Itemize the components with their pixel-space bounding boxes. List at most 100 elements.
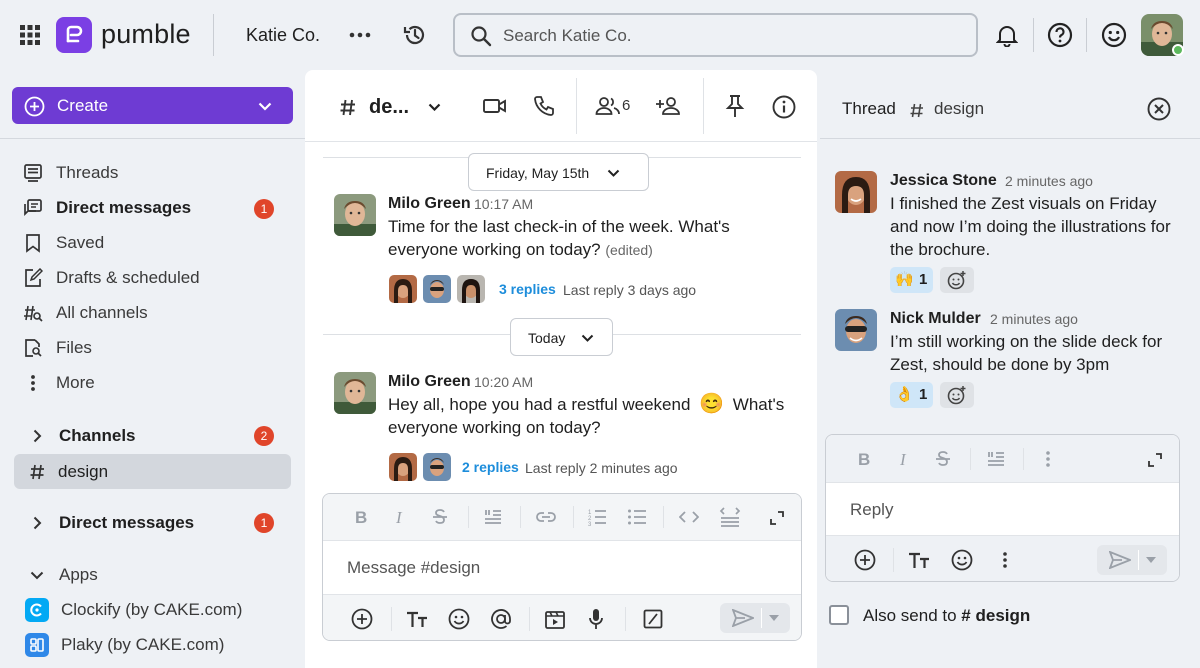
sidebar-item-label: All channels [56,303,148,322]
expand-icon[interactable] [768,509,786,527]
emoji-icon[interactable] [950,548,974,572]
sidebar-item-more[interactable]: More [0,366,305,398]
italic-icon[interactable]: I [396,508,402,528]
bold-icon[interactable]: B [858,450,870,470]
sidebar-item-direct-messages[interactable]: Direct messages 1 [0,191,305,223]
message-text: I finished the Zest visuals on Friday an… [890,194,1171,259]
reply-input[interactable]: Reply [850,500,893,520]
divider [625,607,626,631]
help-icon[interactable] [1047,22,1073,48]
add-member-icon[interactable] [655,94,683,118]
more-vertical-icon[interactable] [1000,548,1010,572]
bold-icon[interactable]: B [355,508,367,528]
sidebar-section-direct-messages[interactable]: Direct messages 1 [0,506,305,538]
video-clip-icon[interactable] [543,607,567,631]
message-author[interactable]: Milo Green [388,373,471,391]
strikethrough-icon[interactable] [430,507,450,527]
microphone-icon[interactable] [586,607,606,631]
divider [1138,550,1139,570]
send-options-chevron-icon[interactable] [767,613,781,623]
thread-replies-link[interactable]: 3 replies [499,281,556,297]
info-icon[interactable] [771,94,797,120]
phone-call-icon[interactable] [532,94,556,118]
link-icon[interactable] [534,507,558,527]
avatar[interactable] [334,372,376,414]
sidebar-item-files[interactable]: Files [0,331,305,363]
sidebar-item-clockify[interactable]: Clockify (by CAKE.com) [0,593,305,625]
sidebar-item-saved[interactable]: Saved [0,226,305,258]
italic-icon[interactable]: I [900,450,906,470]
send-options-chevron-icon[interactable] [1144,555,1158,565]
avatar[interactable] [835,309,877,351]
text-format-icon[interactable] [907,548,933,572]
channel-header: de... 6 [305,70,817,142]
add-reaction-icon [947,386,966,405]
strikethrough-icon[interactable] [933,449,953,469]
also-send-checkbox[interactable] [829,605,849,625]
add-attachment-icon[interactable] [853,548,877,572]
thread-channel-name[interactable]: design [934,99,984,119]
date-divider-button[interactable]: Friday, May 15th [468,153,649,191]
members-button[interactable]: 6 [595,94,635,118]
avatar[interactable] [835,171,877,213]
workspace-name[interactable]: Katie Co. [246,25,320,46]
create-button[interactable]: Create [12,87,293,124]
quote-block-icon[interactable] [482,507,504,527]
close-icon[interactable] [1146,96,1172,122]
sidebar-item-all-channels[interactable]: All channels [0,296,305,328]
expand-icon[interactable] [1146,451,1164,469]
numbered-list-icon[interactable]: 123 [586,507,608,527]
avatar[interactable] [334,194,376,236]
history-icon[interactable] [401,21,429,49]
text-format-icon[interactable] [405,607,431,631]
channel-name: design [58,462,109,481]
message-author[interactable]: Milo Green [388,195,471,213]
pumble-logo-icon [56,17,92,53]
sidebar-item-threads[interactable]: Threads [0,156,305,188]
message-author[interactable]: Jessica Stone [890,172,997,190]
sidebar: Create Threads Direct messages 1 Saved D… [0,70,305,668]
sidebar-item-label: More [56,373,95,392]
pin-icon[interactable] [723,93,747,119]
sidebar-item-plaky[interactable]: Plaky (by CAKE.com) [0,628,305,660]
send-icon[interactable] [731,608,755,628]
message-input[interactable]: Message #design [347,558,480,578]
channel-title[interactable]: de... [369,96,409,119]
add-attachment-icon[interactable] [350,607,374,631]
search-input[interactable]: Search Katie Co. [453,13,978,57]
add-reaction-button[interactable] [940,267,974,293]
more-vertical-icon[interactable] [1043,449,1053,469]
also-send-channel: # design [961,606,1031,625]
divider [529,607,530,631]
bell-icon[interactable] [994,21,1020,49]
message-author[interactable]: Nick Mulder [890,310,981,328]
bullet-list-icon[interactable] [626,507,648,527]
apps-grid-icon[interactable] [18,23,42,47]
chevron-down-icon[interactable] [426,101,442,113]
emoji-status-icon[interactable] [1101,22,1127,48]
code-block-icon[interactable] [718,505,742,529]
thread-replies-link[interactable]: 2 replies [462,459,519,475]
avatar [389,453,417,481]
also-send-label: Also send to # design [863,606,1030,626]
code-icon[interactable] [678,507,700,527]
sidebar-section-apps[interactable]: Apps [0,558,305,590]
emoji-icon[interactable] [447,607,471,631]
more-horizontal-icon[interactable] [348,25,372,45]
reaction-pill[interactable]: 👌 1 [890,382,933,408]
mention-icon[interactable] [489,607,513,631]
divider [663,506,664,528]
send-icon[interactable] [1108,550,1132,570]
video-call-icon[interactable] [482,95,508,117]
sidebar-item-drafts[interactable]: Drafts & scheduled [0,261,305,293]
slash-command-icon[interactable] [641,607,665,631]
thread-header: Thread design [820,77,1200,139]
add-reaction-button[interactable] [940,382,974,408]
sidebar-item-design-channel[interactable]: design [14,454,291,489]
sidebar-item-label: Direct messages [56,198,192,217]
date-divider-button[interactable]: Today [510,318,613,356]
reaction-pill[interactable]: 🙌 1 [890,267,933,293]
sidebar-section-channels[interactable]: Channels 2 [0,419,305,451]
members-icon [595,95,621,117]
quote-block-icon[interactable] [985,449,1007,469]
